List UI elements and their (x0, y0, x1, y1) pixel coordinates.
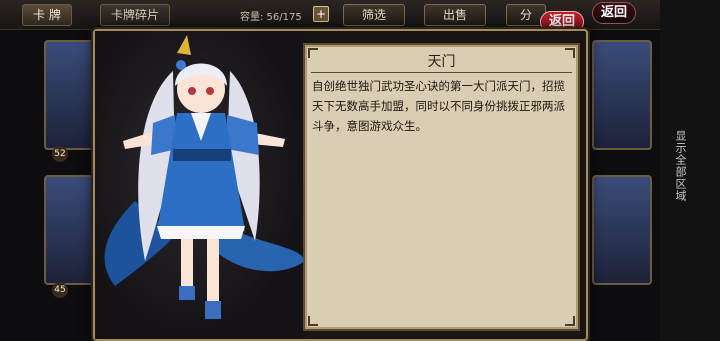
background-card-number: 52 (52, 146, 68, 162)
corner-ornament (308, 316, 318, 326)
background-card-number: 45 (52, 282, 68, 298)
filter-button[interactable]: 筛选 (343, 4, 405, 26)
faction-title: 天门 (427, 54, 456, 70)
description-panel: 天门 自创绝世独门武功圣心诀的第一大门派天门，招揽天下无数高手加盟，同时以不同身… (303, 43, 580, 331)
back-button-secondary[interactable]: 返回 (592, 2, 637, 24)
capacity-counter: 容量: 56/175 (240, 12, 302, 23)
title-divider (311, 72, 572, 73)
background-card[interactable] (592, 40, 652, 150)
card-detail-modal: 天门 自创绝世独门武功圣心诀的第一大门派天门，招揽天下无数高手加盟，同时以不同身… (93, 29, 588, 341)
right-strip (660, 0, 720, 341)
corner-ornament (565, 316, 575, 326)
tab-card-fragments[interactable]: 卡牌碎片 (100, 4, 171, 26)
character-illustration (104, 35, 305, 319)
character-portrait (95, 31, 305, 339)
background-card[interactable] (592, 175, 652, 285)
show-all-area-label[interactable]: 显示全部区域 (672, 130, 688, 202)
faction-description: 自创绝世独门武功圣心诀的第一大门派天门，招揽天下无数高手加盟，同时以不同身份挑拨… (312, 79, 565, 133)
sell-button[interactable]: 出售 (424, 4, 486, 26)
expand-capacity-button[interactable]: + (313, 6, 329, 22)
tab-cards[interactable]: 卡 牌 (22, 4, 72, 26)
